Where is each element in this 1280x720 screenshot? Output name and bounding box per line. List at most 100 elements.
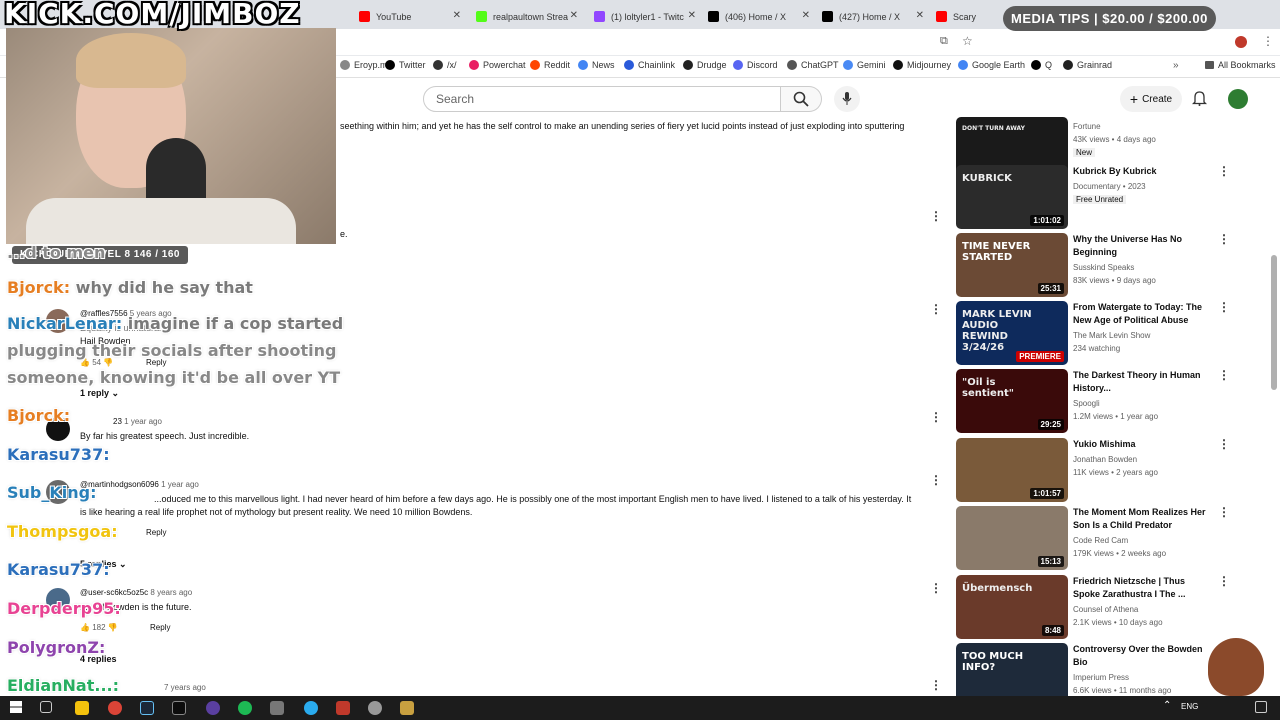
comment-menu-3[interactable]: ⋮ <box>930 411 942 423</box>
video-title[interactable]: From Watergate to Today: The New Age of … <box>1073 301 1211 327</box>
bookmark-item[interactable]: ChatGPT <box>787 60 839 70</box>
video-thumbnail[interactable]: TIME NEVER STARTED 25:31 <box>956 233 1068 297</box>
video-thumbnail[interactable]: KUBRICK 1:01:02 <box>956 165 1068 229</box>
video-thumbnail[interactable]: 15:13 <box>956 506 1068 570</box>
comment-menu-6[interactable]: ⋮ <box>930 679 942 691</box>
reply-button[interactable]: Reply <box>146 528 166 537</box>
video-menu-icon[interactable]: ⋮ <box>1218 233 1230 245</box>
video-menu-icon[interactable]: ⋮ <box>1218 575 1230 587</box>
menu-icon[interactable]: ⋮ <box>1262 34 1274 48</box>
like-icon[interactable]: 👍 <box>80 623 90 632</box>
video-thumbnail[interactable]: "Oil is sentient" 29:25 <box>956 369 1068 433</box>
language-indicator[interactable]: ENG <box>1181 702 1198 711</box>
windows-start-icon[interactable] <box>10 701 22 713</box>
channel-name[interactable]: The Mark Levin Show <box>1073 331 1150 340</box>
bookmark-item[interactable]: Chainlink <box>624 60 675 70</box>
bookmark-item[interactable]: Google Earth <box>958 60 1025 70</box>
notification-tray-icon[interactable] <box>1255 701 1267 713</box>
recommended-video[interactable]: TIME NEVER STARTED 25:31 Why the Universe … <box>956 233 1276 297</box>
recommended-video[interactable]: MARK LEVIN AUDIO REWIND 3/24/26 PREMIERE F… <box>956 301 1276 365</box>
steam-icon[interactable] <box>140 701 154 715</box>
bookmarks-overflow-icon[interactable]: » <box>1173 60 1179 71</box>
obs-icon[interactable] <box>206 701 220 715</box>
recommended-video[interactable]: KUBRICK 1:01:02 Kubrick By Kubrick Document… <box>956 165 1276 229</box>
video-menu-icon[interactable]: ⋮ <box>1218 369 1230 381</box>
translate-icon[interactable]: ⧉ <box>940 35 948 48</box>
app-icon-grey[interactable] <box>368 701 382 715</box>
search-input[interactable]: Search <box>423 86 781 112</box>
mic-button[interactable] <box>834 86 860 112</box>
bookmark-item[interactable]: News <box>578 60 615 70</box>
channel-name[interactable]: Documentary • 2023 <box>1073 182 1146 191</box>
comment-menu-2[interactable]: ⋮ <box>930 303 942 315</box>
close-icon[interactable]: ✕ <box>916 10 924 21</box>
browser-tab[interactable]: (406) Home / X ✕ <box>702 4 816 29</box>
browser-tab[interactable]: (1) loltyler1 - Twitc ✕ <box>588 4 702 29</box>
close-icon[interactable]: ✕ <box>802 10 810 21</box>
star-icon[interactable]: ☆ <box>962 34 973 48</box>
recommended-video[interactable]: 15:13 The Moment Mom Realizes Her Son Is … <box>956 506 1276 570</box>
notifications-button[interactable] <box>1191 90 1208 109</box>
video-title[interactable]: The Darkest Theory in Human History... <box>1073 369 1211 395</box>
replies-toggle[interactable]: 1 reply ⌄ <box>80 388 119 399</box>
app-icon-red[interactable] <box>336 701 350 715</box>
bookmark-item[interactable]: Discord <box>733 60 778 70</box>
browser-tab[interactable]: Scary <box>930 4 1000 29</box>
chrome-icon[interactable] <box>108 701 122 715</box>
app-icon[interactable] <box>270 701 284 715</box>
search-button[interactable] <box>781 86 822 112</box>
comment-menu-4[interactable]: ⋮ <box>930 474 942 486</box>
video-title[interactable]: Kubrick By Kubrick <box>1073 165 1211 178</box>
close-icon[interactable]: ✕ <box>453 10 461 21</box>
bookmark-item[interactable]: /x/ <box>433 60 457 70</box>
browser-tab[interactable]: realpaultown Strea ✕ <box>470 4 584 29</box>
recommended-video[interactable]: Übermensch 8:48 Friedrich Nietzsche | Thus… <box>956 575 1276 639</box>
video-menu-icon[interactable]: ⋮ <box>1218 506 1230 518</box>
video-title[interactable]: Why the Universe Has No Beginning <box>1073 233 1211 259</box>
video-thumbnail[interactable]: MARK LEVIN AUDIO REWIND 3/24/26 PREMIERE <box>956 301 1068 365</box>
explorer-icon[interactable] <box>75 701 89 715</box>
video-title[interactable]: Friedrich Nietzsche | Thus Spoke Zarathu… <box>1073 575 1211 601</box>
recommended-video[interactable]: "Oil is sentient" 29:25 The Darkest Theory… <box>956 369 1276 433</box>
bookmark-item[interactable]: Drudge <box>683 60 727 70</box>
video-thumbnail[interactable]: 1:01:57 <box>956 438 1068 502</box>
comment-menu-5[interactable]: ⋮ <box>930 582 942 594</box>
channel-name[interactable]: Fortune <box>1073 122 1101 131</box>
channel-name[interactable]: Imperium Press <box>1073 673 1129 682</box>
browser-tab[interactable]: YouTube ✕ <box>353 4 467 29</box>
account-avatar[interactable] <box>1228 89 1248 109</box>
dislike-icon[interactable]: 👎 <box>108 623 118 632</box>
bookmark-item[interactable]: Twitter <box>385 60 426 70</box>
browser-tab[interactable]: (427) Home / X ✕ <box>816 4 930 29</box>
comment-menu-1[interactable]: ⋮ <box>930 210 942 222</box>
bookmark-item[interactable]: Grainrad <box>1063 60 1112 70</box>
bookmark-item[interactable]: Q <box>1031 60 1052 70</box>
channel-name[interactable]: Susskind Speaks <box>1073 263 1134 272</box>
video-thumbnail[interactable]: Übermensch 8:48 <box>956 575 1068 639</box>
tray-chevron-icon[interactable]: ⌃ <box>1163 700 1171 711</box>
bookmark-item[interactable]: Midjourney <box>893 60 951 70</box>
scrollbar[interactable] <box>1271 255 1277 390</box>
channel-name[interactable]: Jonathan Bowden <box>1073 455 1137 464</box>
taskview-icon[interactable] <box>40 701 52 713</box>
reply-button[interactable]: Reply <box>150 623 170 632</box>
create-button[interactable]: + Create <box>1120 86 1182 112</box>
channel-name[interactable]: Spoogli <box>1073 399 1100 408</box>
video-title[interactable]: Yukio Mishima <box>1073 438 1211 451</box>
video-menu-icon[interactable]: ⋮ <box>1218 301 1230 313</box>
close-icon[interactable]: ✕ <box>570 10 578 21</box>
video-title[interactable]: Controversy Over the Bowden Bio <box>1073 643 1211 669</box>
bookmark-item[interactable]: Gemini <box>843 60 886 70</box>
app-icon-gold[interactable] <box>400 701 414 715</box>
recommended-video[interactable]: 1:01:57 Yukio Mishima Jonathan Bowden 11K v… <box>956 438 1276 502</box>
spotify-icon[interactable] <box>238 701 252 715</box>
video-menu-icon[interactable]: ⋮ <box>1218 165 1230 177</box>
terminal-icon[interactable] <box>172 701 186 715</box>
bookmark-item[interactable]: Powerchat <box>469 60 526 70</box>
video-title[interactable]: The Moment Mom Realizes Her Son Is a Chi… <box>1073 506 1211 532</box>
channel-name[interactable]: Code Red Cam <box>1073 536 1128 545</box>
video-menu-icon[interactable]: ⋮ <box>1218 438 1230 450</box>
profile-avatar[interactable] <box>1235 36 1247 48</box>
telegram-icon[interactable] <box>304 701 318 715</box>
close-icon[interactable]: ✕ <box>688 10 696 21</box>
